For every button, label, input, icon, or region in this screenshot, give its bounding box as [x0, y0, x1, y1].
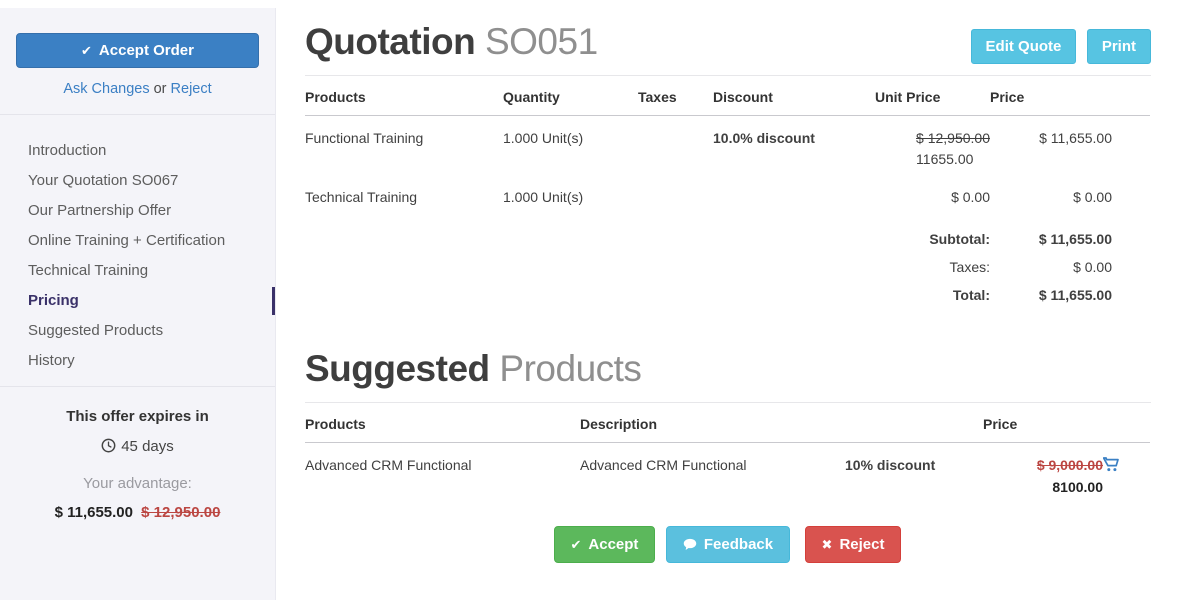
expiry-days-row: 45 days	[0, 438, 275, 455]
quotation-table-header-row: Products Quantity Taxes Discount Unit Pr…	[305, 76, 1150, 116]
accept-button[interactable]: ✔ Accept	[554, 526, 656, 563]
table-row: Technical Training 1.000 Unit(s) $ 0.00 …	[305, 167, 1150, 205]
cell-product: Advanced CRM Functional	[305, 443, 580, 496]
accept-order-button[interactable]: ✔ Accept Order	[16, 33, 259, 68]
sidebar-item-your-quotation[interactable]: Your Quotation SO067	[0, 166, 275, 196]
quotation-page: ✔ Accept Order Ask Changes or Reject Intr…	[0, 0, 1180, 600]
sidebar-item-partnership-offer[interactable]: Our Partnership Offer	[0, 196, 275, 226]
check-icon: ✔	[571, 537, 582, 552]
col-header-price: Price	[990, 76, 1150, 116]
cell-product: Technical Training	[305, 167, 503, 205]
check-icon: ✔	[81, 43, 92, 58]
col-header-discount: Discount	[713, 76, 875, 116]
header-actions: Edit Quote Print	[965, 29, 1151, 64]
cell-quantity: 1.000 Unit(s)	[503, 116, 638, 168]
taxes-row: Taxes: $ 0.00	[305, 247, 1150, 275]
cell-discount	[713, 167, 875, 205]
sidebar-item-online-training[interactable]: Online Training + Certification	[0, 226, 275, 256]
table-row: Advanced CRM Functional Advanced CRM Fun…	[305, 443, 1150, 496]
cell-unit-price: $ 12,950.00 11655.00	[875, 116, 990, 168]
print-button[interactable]: Print	[1087, 29, 1151, 64]
col-header-products: Products	[305, 76, 503, 116]
cell-taxes	[638, 116, 713, 168]
cell-add-to-cart	[1103, 443, 1150, 496]
cell-description: Advanced CRM Functional	[580, 443, 845, 496]
suggested-price-old: $ 9,000.00	[983, 457, 1103, 473]
taxes-value: $ 0.00	[990, 247, 1150, 275]
col-header-cart	[1103, 403, 1150, 443]
cell-discount: 10.0% discount	[713, 116, 875, 168]
quotation-table: Products Quantity Taxes Discount Unit Pr…	[305, 76, 1150, 303]
col-header-taxes: Taxes	[638, 76, 713, 116]
total-row: Total: $ 11,655.00	[305, 275, 1150, 303]
sidebar-item-introduction[interactable]: Introduction	[0, 136, 275, 166]
suggested-products-title: Suggested Products	[305, 347, 1151, 391]
or-text: or	[154, 81, 167, 97]
suggested-products-table: Products Description Price Advanced CRM …	[305, 403, 1150, 495]
advantage-price: $ 11,655.00	[55, 504, 133, 521]
accept-order-label: Accept Order	[99, 42, 194, 59]
advantage-old-price: $ 12,950.00	[141, 504, 220, 521]
page-title-bold: Quotation	[305, 21, 475, 62]
sidebar-item-pricing[interactable]: Pricing	[0, 286, 275, 316]
total-value: $ 11,655.00	[990, 275, 1150, 303]
cell-product: Functional Training	[305, 116, 503, 168]
cell-price: $ 0.00	[990, 167, 1150, 205]
feedback-button[interactable]: Feedback	[666, 526, 790, 563]
expiry-days: 45 days	[121, 438, 174, 455]
main-content: Quotation SO051 Edit Quote Print Product…	[276, 0, 1180, 600]
feedback-label: Feedback	[704, 536, 773, 553]
page-title-number: SO051	[485, 21, 598, 62]
suggested-table-header-row: Products Description Price	[305, 403, 1150, 443]
page-header: Quotation SO051 Edit Quote Print	[305, 20, 1151, 64]
cell-price: $ 11,655.00	[990, 116, 1150, 168]
col-header-empty	[845, 403, 983, 443]
decision-buttons: ✔ Accept Feedback ✖ Reject	[305, 526, 1150, 563]
suggested-title-bold: Suggested	[305, 348, 490, 389]
speech-bubble-icon	[683, 538, 697, 551]
col-header-price: Price	[983, 403, 1103, 443]
advantage-prices: $ 11,655.00 $ 12,950.00	[0, 504, 275, 521]
unit-price-new: 11655.00	[916, 151, 990, 167]
col-header-quantity: Quantity	[503, 76, 638, 116]
offer-expiry-box: This offer expires in 45 days Your advan…	[0, 408, 275, 521]
taxes-label: Taxes:	[305, 247, 990, 275]
advantage-label: Your advantage:	[0, 475, 275, 492]
edit-quote-button[interactable]: Edit Quote	[971, 29, 1077, 64]
suggested-title-light: Products	[499, 348, 641, 389]
cell-price: $ 9,000.00 8100.00	[983, 443, 1103, 496]
reject-link[interactable]: Reject	[171, 81, 212, 97]
col-header-description: Description	[580, 403, 845, 443]
suggested-price-new: 8100.00	[983, 479, 1103, 495]
sidebar-divider	[0, 386, 275, 387]
accept-label: Accept	[588, 536, 638, 553]
sidebar-nav: Introduction Your Quotation SO067 Our Pa…	[0, 115, 275, 376]
cell-taxes	[638, 167, 713, 205]
sidebar-item-suggested-products[interactable]: Suggested Products	[0, 316, 275, 346]
col-header-unit-price: Unit Price	[875, 76, 990, 116]
sidebar: ✔ Accept Order Ask Changes or Reject Intr…	[0, 8, 276, 600]
cell-quantity: 1.000 Unit(s)	[503, 167, 638, 205]
shopping-cart-icon[interactable]	[1103, 457, 1119, 472]
subtotal-label: Subtotal:	[305, 205, 990, 247]
x-icon: ✖	[822, 537, 833, 552]
page-title: Quotation SO051	[305, 20, 598, 64]
ask-changes-link[interactable]: Ask Changes	[63, 81, 149, 97]
clock-icon	[101, 438, 116, 453]
secondary-actions: Ask Changes or Reject	[0, 81, 275, 97]
table-row: Functional Training 1.000 Unit(s) 10.0% …	[305, 116, 1150, 168]
cell-unit-price: $ 0.00	[875, 167, 990, 205]
subtotal-value: $ 11,655.00	[990, 205, 1150, 247]
sidebar-item-history[interactable]: History	[0, 346, 275, 376]
reject-label: Reject	[839, 536, 884, 553]
expiry-heading: This offer expires in	[0, 408, 275, 425]
sidebar-item-technical-training[interactable]: Technical Training	[0, 256, 275, 286]
cell-discount: 10% discount	[845, 443, 983, 496]
col-header-products: Products	[305, 403, 580, 443]
reject-button[interactable]: ✖ Reject	[805, 526, 902, 563]
total-label: Total:	[305, 275, 990, 303]
subtotal-row: Subtotal: $ 11,655.00	[305, 205, 1150, 247]
unit-price-old: $ 12,950.00	[916, 130, 990, 146]
